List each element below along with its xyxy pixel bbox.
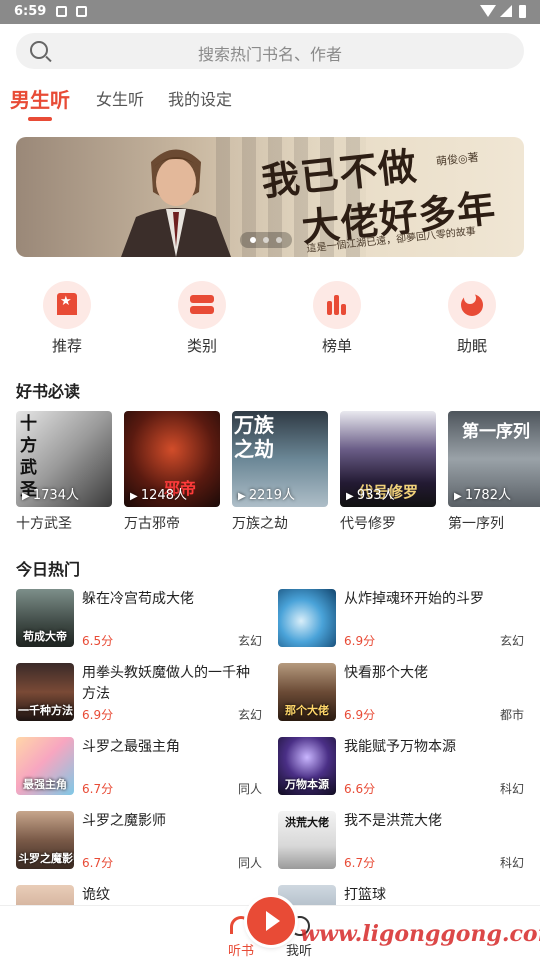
- hot-book-item[interactable]: 从炸掉魂环开始的斗罗 6.9分 玄幻: [278, 589, 524, 649]
- hot-book-score: 6.5分: [82, 634, 114, 648]
- hot-book-score: 6.7分: [344, 856, 376, 870]
- category-label: 类别: [186, 337, 217, 355]
- hot-book-score: 6.9分: [82, 708, 114, 722]
- hot-book-item[interactable]: 一千种方法 用拳头教妖魔做人的一千种方法 6.9分 玄幻: [16, 663, 262, 723]
- hot-book-score: 6.7分: [82, 856, 114, 870]
- hot-book-cover: 最强主角: [16, 737, 74, 795]
- app-notification-icon: [76, 6, 87, 17]
- book-name: 十方武圣: [16, 516, 72, 532]
- hot-book-title: 快看那个大佬: [344, 665, 428, 681]
- image-notification-icon: [56, 6, 67, 17]
- signal-icon: [500, 5, 512, 17]
- hot-book-title: 斗罗之最强主角: [82, 739, 180, 755]
- hot-book-genre: 科幻: [499, 782, 524, 796]
- hot-book-item[interactable]: 洪荒大佬 我不是洪荒大佬 6.7分 科幻: [278, 811, 524, 871]
- hot-book-cover: 苟成大帝: [16, 589, 74, 647]
- hot-book-cover: [278, 589, 336, 647]
- banner-author: 萌俊◎著: [435, 150, 480, 169]
- hot-book-genre: 玄幻: [237, 634, 262, 648]
- book-name: 第一序列: [448, 516, 504, 532]
- book-card[interactable]: 邪帝 1248人 万古邪帝: [124, 411, 220, 533]
- book-cover: 十方武圣 1734人: [16, 411, 112, 507]
- listener-count: 933人: [346, 484, 395, 503]
- banner-dot: [250, 237, 256, 243]
- hot-book-score: 6.6分: [344, 782, 376, 796]
- hot-book-genre: 都市: [499, 708, 524, 722]
- listener-count: 1734人: [22, 484, 79, 503]
- wifi-icon: [480, 5, 496, 17]
- section-title-today-hot: 今日热门: [16, 560, 81, 579]
- book-name: 万古邪帝: [124, 516, 180, 532]
- hot-book-title: 打篮球: [344, 887, 386, 903]
- book-card[interactable]: 十方武圣 1734人 十方武圣: [16, 411, 112, 533]
- book-cover: 第一序列 1782人: [448, 411, 540, 507]
- hot-book-title: 诡纹: [82, 887, 110, 903]
- hot-book-cover: 一千种方法: [16, 663, 74, 721]
- hot-book-score: 6.7分: [82, 782, 114, 796]
- book-name: 代号修罗: [340, 516, 396, 532]
- hot-book-title: 我不是洪荒大佬: [344, 813, 442, 829]
- battery-icon: [519, 5, 526, 18]
- hot-book-cover: 洪荒大佬: [278, 811, 336, 869]
- book-name: 万族之劫: [232, 516, 288, 532]
- active-tab-indicator: [28, 117, 52, 121]
- sleep-icon: [448, 281, 496, 329]
- hot-book-genre: 同人: [237, 856, 262, 870]
- book-cover: 万族之劫 2219人: [232, 411, 328, 507]
- book-cover: 代号修罗 933人: [340, 411, 436, 507]
- hot-book-cover: 万物本源: [278, 737, 336, 795]
- hot-book-title: 从炸掉魂环开始的斗罗: [344, 591, 484, 607]
- play-button[interactable]: [247, 897, 295, 945]
- category-recommend[interactable]: 推荐: [27, 281, 107, 356]
- hot-book-genre: 玄幻: [237, 708, 262, 722]
- book-card[interactable]: 第一序列 1782人 第一序列: [448, 411, 540, 533]
- listener-count: 1248人: [130, 484, 187, 503]
- category-label: 榜单: [321, 337, 352, 355]
- hot-book-item[interactable]: 最强主角 斗罗之最强主角 6.7分 同人: [16, 737, 262, 797]
- hot-book-title: 斗罗之魔影师: [82, 813, 166, 829]
- search-placeholder: 搜索热门书名、作者: [197, 45, 342, 64]
- hot-book-genre: 玄幻: [499, 634, 524, 648]
- nav-listen-books[interactable]: 听书: [228, 940, 254, 959]
- listener-count: 1782人: [454, 484, 511, 503]
- banner-dot: [276, 237, 282, 243]
- status-time: 6:59: [14, 4, 47, 19]
- category-label: 助眠: [456, 337, 487, 355]
- hot-book-item[interactable]: 万物本源 我能赋予万物本源 6.6分 科幻: [278, 737, 524, 797]
- category-sleep[interactable]: 助眠: [432, 281, 512, 356]
- hot-book-genre: 同人: [237, 782, 262, 796]
- hot-book-title: 用拳头教妖魔做人的一千种方法: [82, 665, 250, 702]
- hot-book-title: 我能赋予万物本源: [344, 739, 456, 755]
- hot-book-score: 6.9分: [344, 708, 376, 722]
- hot-book-cover: 那个大佬: [278, 663, 336, 721]
- category-icon: [178, 281, 226, 329]
- book-cover: 邪帝 1248人: [124, 411, 220, 507]
- hot-book-score: 6.9分: [344, 634, 376, 648]
- section-title-must-read: 好书必读: [16, 382, 81, 401]
- book-card[interactable]: 万族之劫 2219人 万族之劫: [232, 411, 328, 533]
- category-ranking[interactable]: 榜单: [297, 281, 377, 356]
- tab-male[interactable]: 男生听: [10, 84, 70, 113]
- tab-female[interactable]: 女生听: [96, 86, 144, 110]
- hot-book-genre: 科幻: [499, 856, 524, 870]
- banner-pagination: [240, 232, 292, 248]
- listener-count: 2219人: [238, 484, 295, 503]
- hot-book-item[interactable]: 苟成大帝 躲在冷宫苟成大佬 6.5分 玄幻: [16, 589, 262, 649]
- banner-dot: [263, 237, 269, 243]
- watermark-text: www.ligonggong.com: [300, 921, 540, 947]
- hot-book-cover: 斗罗之魔影师: [16, 811, 74, 869]
- ranking-icon: [313, 281, 361, 329]
- recommend-icon: [43, 281, 91, 329]
- hot-book-title: 躲在冷宫苟成大佬: [82, 591, 194, 607]
- hot-book-item[interactable]: 斗罗之魔影师 斗罗之魔影师 6.7分 同人: [16, 811, 262, 871]
- hot-book-item[interactable]: 那个大佬 快看那个大佬 6.9分 都市: [278, 663, 524, 723]
- tab-my-settings[interactable]: 我的设定: [168, 86, 232, 110]
- status-bar: 6:59: [0, 0, 540, 24]
- category-types[interactable]: 类别: [162, 281, 242, 356]
- banner-character-image: [121, 149, 231, 257]
- search-bar[interactable]: 搜索热门书名、作者: [16, 33, 524, 69]
- book-card[interactable]: 代号修罗 933人 代号修罗: [340, 411, 436, 533]
- category-label: 推荐: [51, 337, 82, 355]
